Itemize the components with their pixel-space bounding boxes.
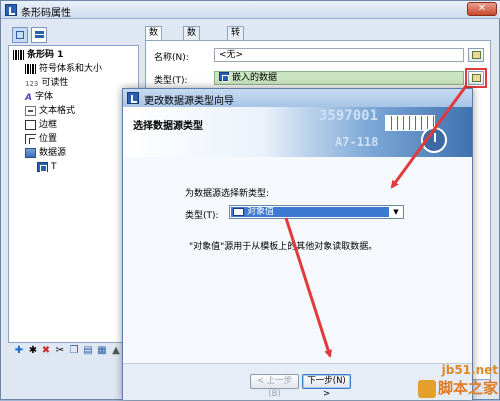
tab-transform[interactable]: 转换 <box>227 26 245 51</box>
app-logo-icon <box>127 92 139 104</box>
wizard-prompt: 为数据源选择新类型: <box>185 189 270 199</box>
tab-data-source[interactable]: 数据源 <box>145 26 163 64</box>
app-logo-icon <box>5 4 17 16</box>
barcode-icon <box>13 49 24 60</box>
cut-icon[interactable]: ✂ <box>54 345 66 357</box>
wizard-title: 更改数据源类型向导 <box>144 96 234 107</box>
font-icon: A <box>25 92 32 103</box>
name-label: 名称(N): <box>154 53 189 63</box>
tab-data-type[interactable]: 数据类型 <box>183 26 201 77</box>
wizard-banner: 选择数据源类型 3597001 A7-118 <box>123 107 472 157</box>
tree-item-text-format[interactable]: 文本格式 <box>25 105 75 118</box>
tree-item-readability[interactable]: 123 可读性 <box>25 77 68 90</box>
position-icon <box>25 133 36 144</box>
selected-type: 对象值 <box>231 207 389 217</box>
tree-item-font[interactable]: A 字体 <box>25 91 53 104</box>
tree-item-field[interactable]: T <box>37 161 57 174</box>
tree-bottom-toolbar: ✚ ✱ ✖ ✂ ❐ ▤ ▦ ▲ ▼ <box>13 345 137 359</box>
back-button[interactable]: < 上一步(B) <box>250 374 299 399</box>
type-label: 类型(T): <box>154 76 188 86</box>
wizard-header: 选择数据源类型 <box>133 121 203 132</box>
clock-icon <box>421 127 447 153</box>
barcode-symbology-icon <box>25 63 36 74</box>
wizard-title-bar: 更改数据源类型向导 <box>123 89 472 107</box>
next-button[interactable]: 下一步(N) > <box>302 374 351 399</box>
banner-numbers-2: A7-118 <box>335 135 379 149</box>
watermark-url: jb51.net <box>441 363 498 377</box>
chevron-down-icon[interactable]: ▼ <box>390 207 402 217</box>
readability-123-icon: 123 <box>25 79 39 88</box>
tree-item-symbology[interactable]: 符号体系和大小 <box>25 63 102 76</box>
change-data-source-wizard: 更改数据源类型向导 选择数据源类型 3597001 A7-118 为数据源选择新… <box>122 88 473 400</box>
window-title: 条形码属性 <box>21 8 71 19</box>
name-field[interactable]: <无> <box>214 48 464 62</box>
wizard-description: "对象值"源用于从模板上的其他对象读取数据。 <box>189 242 378 252</box>
paste-icon[interactable]: ▤ <box>82 345 94 357</box>
tree-item-barcode[interactable]: 条形码 1 <box>13 49 63 62</box>
move-up-icon[interactable]: ▲ <box>110 345 122 357</box>
name-edit-button[interactable] <box>468 48 484 62</box>
tree-toolbar <box>9 26 139 46</box>
wizard-type-label: 类型(T): <box>185 211 219 221</box>
new-dropdown-icon[interactable]: ✱ <box>27 345 39 357</box>
embedded-data-icon <box>219 72 229 82</box>
wizard-body: 为数据源选择新类型: 类型(T): 对象值 ▼ "对象值"源用于从模板上的其他对… <box>123 157 472 363</box>
text-format-icon <box>25 105 36 116</box>
object-value-icon <box>233 208 244 216</box>
tree-item-border[interactable]: 边框 <box>25 119 57 132</box>
data-source-icon <box>25 147 36 158</box>
edit-icon <box>472 74 481 82</box>
delete-icon[interactable]: ✖ <box>40 345 52 357</box>
tree-view-icon[interactable] <box>12 27 28 43</box>
tree-item-position[interactable]: 位置 <box>25 133 57 146</box>
field-icon <box>37 161 48 172</box>
property-tree: 条形码 1 符号体系和大小 123 可读性 A 字体 文本格式 边框 位置 数据源 … <box>8 45 139 343</box>
site-watermark: jb51.net 脚本之家 <box>417 363 498 398</box>
new-item-icon[interactable]: ✚ <box>13 345 25 357</box>
watermark-name: 脚本之家 <box>417 377 498 398</box>
tree-item-data-source[interactable]: 数据源 <box>25 147 66 160</box>
banner-numbers-1: 3597001 <box>319 108 379 124</box>
change-type-button[interactable] <box>465 68 487 88</box>
properties-icon[interactable]: ▦ <box>96 345 108 357</box>
copy-icon[interactable]: ❐ <box>68 345 80 357</box>
data-source-type-select[interactable]: 对象值 ▼ <box>229 205 404 219</box>
border-icon <box>25 119 36 130</box>
watermark-logo-icon <box>417 379 436 398</box>
title-bar: 条形码属性 ✕ <box>1 1 500 19</box>
list-view-icon[interactable] <box>31 27 47 43</box>
edit-icon <box>472 51 481 59</box>
close-button[interactable]: ✕ <box>467 2 497 16</box>
type-field[interactable]: 嵌入的数据 <box>214 71 464 85</box>
